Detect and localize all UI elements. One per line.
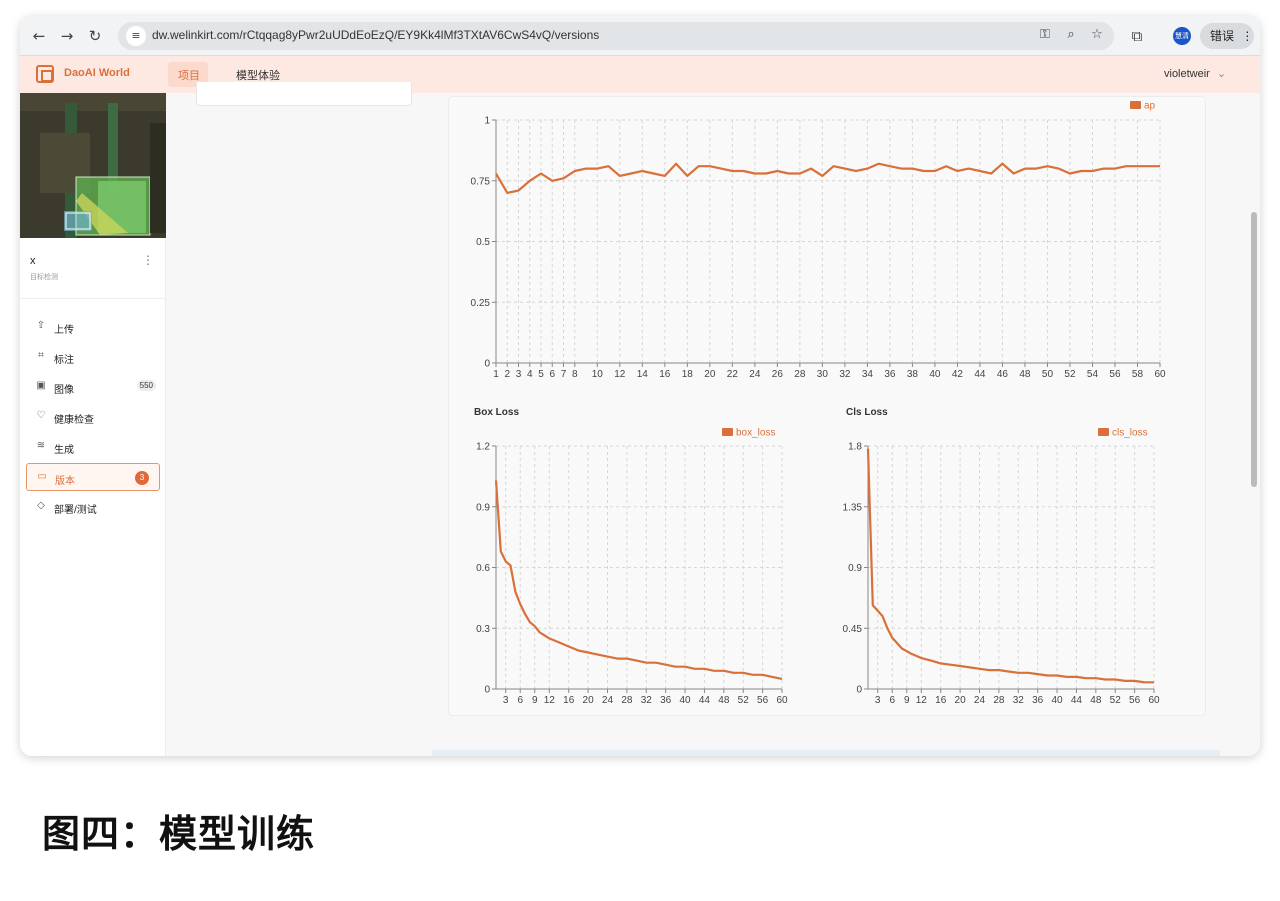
x-tick-label: 3 xyxy=(503,695,509,706)
x-tick-label: 54 xyxy=(1087,369,1099,380)
x-tick-label: 34 xyxy=(862,369,874,380)
x-tick-label: 7 xyxy=(561,369,567,380)
legend-swatch xyxy=(1098,428,1109,436)
x-tick-label: 9 xyxy=(904,695,910,706)
x-tick-label: 38 xyxy=(907,369,919,380)
x-tick-label: 3 xyxy=(516,369,522,380)
y-tick-label: 1 xyxy=(484,116,490,127)
x-tick-label: 5 xyxy=(538,369,544,380)
y-tick-label: 0.25 xyxy=(471,298,491,309)
x-tick-label: 42 xyxy=(952,369,964,380)
x-tick-label: 60 xyxy=(1154,369,1166,380)
x-tick-label: 56 xyxy=(1129,695,1141,706)
legend-swatch xyxy=(722,428,733,436)
browser-window: ← → ↻ ≡ dw.welinkirt.com/rCtqqag8yPwr2uU… xyxy=(20,16,1260,756)
y-tick-label: 1.8 xyxy=(848,442,862,453)
y-tick-label: 0.5 xyxy=(476,237,490,248)
y-tick-label: 0.6 xyxy=(476,563,490,574)
x-tick-label: 6 xyxy=(889,695,895,706)
x-tick-label: 32 xyxy=(641,695,653,706)
charts-svg: 1 2 3 4 5 6 7 8 10 12 14 16 18 20 22 24 26 28 30 32 34 36 38 40… xyxy=(471,101,1166,707)
x-tick-label: 48 xyxy=(1090,695,1102,706)
x-tick-label: 60 xyxy=(776,695,788,706)
x-tick-label: 40 xyxy=(679,695,691,706)
legend-label: cls_loss xyxy=(1112,428,1148,439)
x-tick-label: 26 xyxy=(772,369,784,380)
series-line-cls_loss xyxy=(866,448,1154,684)
x-tick-label: 44 xyxy=(974,369,986,380)
y-tick-label: 0 xyxy=(484,685,490,696)
chart-title: Cls Loss xyxy=(846,407,888,418)
x-tick-label: 46 xyxy=(997,369,1009,380)
x-tick-label: 3 xyxy=(875,695,881,706)
x-tick-label: 16 xyxy=(935,695,947,706)
x-tick-label: 24 xyxy=(602,695,614,706)
x-tick-label: 12 xyxy=(544,695,556,706)
legend-swatch xyxy=(1130,101,1141,109)
x-tick-label: 20 xyxy=(955,695,967,706)
x-tick-label: 52 xyxy=(1064,369,1076,380)
x-tick-label: 24 xyxy=(749,369,761,380)
legend-label: box_loss xyxy=(736,428,775,439)
scrollbar[interactable] xyxy=(1251,212,1257,487)
y-tick-label: 0 xyxy=(484,359,490,370)
x-tick-label: 14 xyxy=(637,369,649,380)
y-tick-label: 1.2 xyxy=(476,442,490,453)
x-tick-label: 4 xyxy=(527,369,533,380)
x-tick-label: 12 xyxy=(614,369,626,380)
x-tick-label: 32 xyxy=(839,369,851,380)
x-tick-label: 36 xyxy=(1032,695,1044,706)
x-tick-label: 2 xyxy=(504,369,510,380)
x-tick-label: 30 xyxy=(817,369,829,380)
x-tick-label: 44 xyxy=(1071,695,1083,706)
x-tick-label: 8 xyxy=(572,369,578,380)
x-tick-label: 40 xyxy=(1051,695,1063,706)
x-tick-label: 56 xyxy=(1109,369,1121,380)
x-tick-label: 28 xyxy=(621,695,633,706)
legend-label: ap xyxy=(1144,101,1156,112)
x-tick-label: 48 xyxy=(718,695,730,706)
y-tick-label: 0.9 xyxy=(848,563,862,574)
x-tick-label: 48 xyxy=(1019,369,1031,380)
x-tick-label: 16 xyxy=(563,695,575,706)
x-tick-label: 24 xyxy=(974,695,986,706)
x-tick-label: 22 xyxy=(727,369,739,380)
y-tick-label: 0 xyxy=(856,685,862,696)
x-tick-label: 52 xyxy=(738,695,750,706)
x-tick-label: 36 xyxy=(884,369,896,380)
x-tick-label: 10 xyxy=(592,369,604,380)
figure-caption: 图四：模型训练 xyxy=(42,812,316,856)
x-tick-label: 9 xyxy=(532,695,538,706)
y-tick-label: 1.35 xyxy=(843,502,863,513)
x-tick-label: 20 xyxy=(704,369,716,380)
x-tick-label: 44 xyxy=(699,695,711,706)
x-tick-label: 32 xyxy=(1013,695,1025,706)
x-tick-label: 50 xyxy=(1042,369,1054,380)
x-tick-label: 12 xyxy=(916,695,928,706)
x-tick-label: 28 xyxy=(794,369,806,380)
x-tick-label: 52 xyxy=(1110,695,1122,706)
x-tick-label: 20 xyxy=(583,695,595,706)
x-tick-label: 1 xyxy=(493,369,499,380)
x-tick-label: 28 xyxy=(993,695,1005,706)
x-tick-label: 18 xyxy=(682,369,694,380)
series-line-box_loss xyxy=(494,480,783,680)
x-tick-label: 6 xyxy=(517,695,523,706)
x-tick-label: 40 xyxy=(929,369,941,380)
chart-title: Box Loss xyxy=(474,407,519,418)
content-bottom-strip xyxy=(432,750,1220,756)
x-tick-label: 56 xyxy=(757,695,769,706)
x-tick-label: 60 xyxy=(1148,695,1160,706)
y-tick-label: 0.3 xyxy=(476,624,490,635)
y-tick-label: 0.45 xyxy=(843,624,863,635)
x-tick-label: 36 xyxy=(660,695,672,706)
series-line-ap xyxy=(495,162,1160,194)
y-tick-label: 0.75 xyxy=(471,176,491,187)
x-tick-label: 16 xyxy=(659,369,671,380)
x-tick-label: 58 xyxy=(1132,369,1144,380)
y-tick-label: 0.9 xyxy=(476,502,490,513)
x-tick-label: 6 xyxy=(549,369,555,380)
